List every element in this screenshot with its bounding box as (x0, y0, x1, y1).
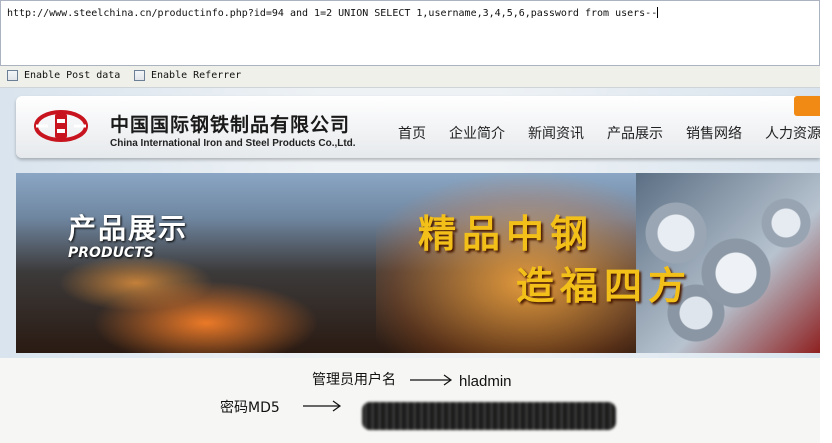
site-header: 中国国际钢铁制品有限公司 China International Iron an… (16, 96, 820, 158)
banner-title-cn: 产品展示 (68, 212, 189, 245)
admin-username-value: hladmin (459, 373, 512, 390)
enable-post-data-checkbox[interactable] (7, 70, 18, 81)
enable-referrer-label: Enable Referrer (151, 70, 242, 81)
redacted-password-hash (362, 402, 616, 430)
website-viewport: 中国国际钢铁制品有限公司 China International Iron an… (0, 88, 820, 443)
company-name-cn: 中国国际钢铁制品有限公司 (110, 114, 351, 136)
nav-item-home[interactable]: 首页 (398, 123, 426, 143)
main-nav: 首页 企业简介 新闻资讯 产品展示 销售网络 人力资源 (398, 123, 820, 143)
admin-username-label: 管理员用户名 (312, 372, 396, 388)
nav-item-sales[interactable]: 销售网络 (686, 123, 742, 143)
nav-item-products[interactable]: 产品展示 (607, 123, 663, 143)
text-caret (657, 7, 659, 18)
url-text: http://www.steelchina.cn/productinfo.php… (7, 7, 659, 19)
banner-slogan-line2: 造福四方 (516, 263, 693, 308)
enable-post-data-label: Enable Post data (24, 70, 121, 81)
nav-item-news[interactable]: 新闻资讯 (528, 123, 584, 143)
arrow-right-icon (410, 374, 453, 386)
nav-item-hr[interactable]: 人力资源 (765, 123, 820, 143)
enable-post-data-option[interactable]: Enable Post data (7, 70, 120, 81)
company-name-en: China International Iron and Steel Produ… (110, 138, 356, 149)
enable-referrer-option[interactable]: Enable Referrer (134, 70, 241, 81)
url-textarea[interactable]: http://www.steelchina.cn/productinfo.php… (0, 0, 820, 66)
orange-tab[interactable] (794, 96, 820, 116)
options-bar: Enable Post data Enable Referrer (0, 66, 820, 88)
banner-title-en: PRODUCTS (68, 245, 154, 261)
enable-referrer-checkbox[interactable] (134, 70, 145, 81)
banner-slogan-line1: 精品中钢 (418, 211, 595, 256)
nav-item-about[interactable]: 企业简介 (449, 123, 505, 143)
company-logo-icon[interactable] (34, 110, 88, 142)
arrow-right-icon (303, 400, 342, 412)
products-banner: 产品展示 PRODUCTS 精品中钢 造福四方 (16, 173, 820, 353)
password-md5-label: 密码MD5 (220, 400, 280, 416)
